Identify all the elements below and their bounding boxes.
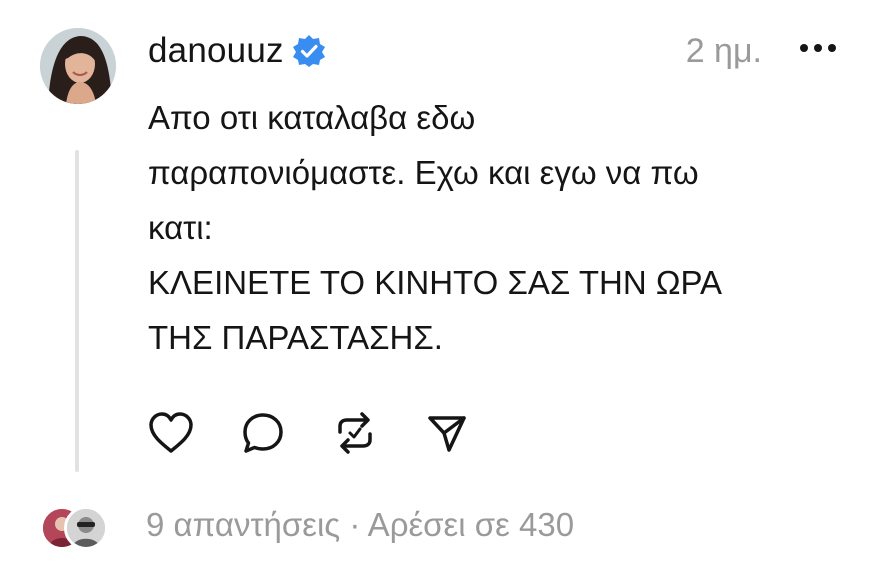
post-body-line: ΤΗΣ ΠΑΡΑΣΤΑΣΗΣ. xyxy=(148,319,443,356)
comment-icon xyxy=(243,413,283,453)
username[interactable]: danouuz xyxy=(148,31,284,71)
like-button[interactable] xyxy=(146,408,196,458)
comment-button[interactable] xyxy=(238,408,288,458)
post-header: danouuz xyxy=(148,26,326,76)
share-icon xyxy=(428,416,466,452)
post-body-line: Απο οτι καταλαβα εδω xyxy=(148,99,476,136)
replies-likes-summary[interactable]: 9 απαντήσεις · Αρέσει σε 430 xyxy=(146,506,574,544)
repost-icon xyxy=(338,412,372,454)
post-body-line: κατι: xyxy=(148,209,213,246)
replier-avatar xyxy=(64,506,108,550)
post-body-line: παραπονιόμαστε. Εχω και εγω να πω xyxy=(148,154,699,191)
post-actions xyxy=(146,408,514,458)
post-body: Απο οτι καταλαβα εδω παραπονιόμαστε. Εχω… xyxy=(148,90,848,365)
author-avatar[interactable] xyxy=(40,28,116,104)
repost-button[interactable] xyxy=(330,408,380,458)
heart-icon xyxy=(149,412,193,453)
post-body-line: ΚΛΕΙΝΕΤΕ ΤΟ ΚΙΝΗΤΟ ΣΑΣ ΤΗΝ ΩΡΑ xyxy=(148,264,723,301)
more-options-icon[interactable] xyxy=(796,38,840,58)
avatar-image xyxy=(40,28,116,104)
share-button[interactable] xyxy=(422,408,472,458)
post-timestamp: 2 ημ. xyxy=(685,32,762,70)
verified-badge-icon xyxy=(292,34,326,68)
replier-avatars xyxy=(40,501,110,550)
thread-post: danouuz 2 ημ. Απο οτι καταλαβα εδω παραπ… xyxy=(0,0,880,564)
thread-line xyxy=(75,150,79,472)
post-footer: 9 απαντήσεις · Αρέσει σε 430 xyxy=(40,497,574,553)
